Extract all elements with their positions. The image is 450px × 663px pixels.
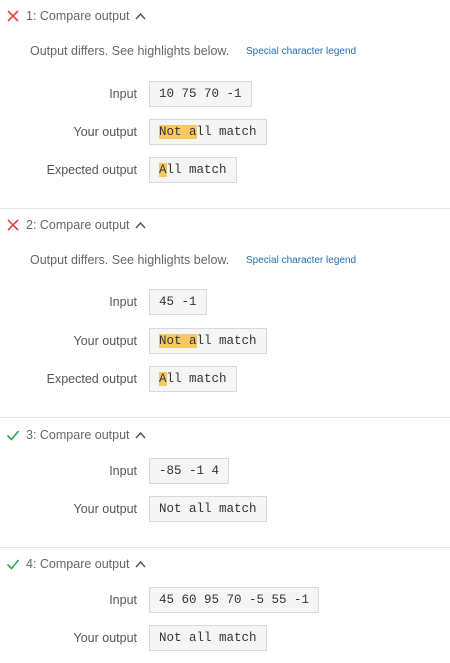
expected-output-value: All match [149, 366, 237, 392]
test-3-title: 3: Compare output [26, 428, 130, 442]
input-value: 45 60 95 70 -5 55 -1 [149, 587, 320, 613]
special-character-legend-link[interactable]: Special character legend [246, 255, 356, 266]
output-text: ll match [166, 372, 227, 386]
divider [0, 208, 450, 209]
input-label: Input [109, 295, 137, 309]
expected-output-value: All match [149, 157, 237, 183]
x-mark-icon [7, 219, 19, 231]
your-output-value: Not all match [149, 625, 267, 651]
input-label: Input [109, 593, 137, 607]
input-value: -85 -1 4 [149, 458, 230, 484]
output-text: ll match [196, 334, 257, 348]
diff-highlight: Not a [159, 125, 197, 139]
chevron-up-icon [134, 560, 146, 568]
input-label: Input [109, 464, 137, 478]
your-output-value: Not all match [149, 328, 267, 354]
chevron-up-icon [134, 431, 146, 439]
input-value: 45 -1 [149, 289, 207, 315]
your-output-label: Your output [73, 334, 137, 348]
diff-highlight: A [159, 372, 167, 386]
chevron-up-icon [134, 12, 146, 20]
diff-message: Output differs. See highlights below. [30, 253, 230, 267]
your-output-label: Your output [73, 502, 137, 516]
x-mark-icon [7, 10, 19, 22]
your-output-value: Not all match [149, 496, 267, 522]
diff-highlight: Not a [159, 334, 197, 348]
output-text: ll match [166, 163, 227, 177]
your-output-label: Your output [73, 631, 137, 645]
test-1-title: 1: Compare output [26, 9, 130, 23]
test-1-header[interactable]: 1: Compare output [6, 6, 146, 26]
checkmark-icon [6, 559, 20, 570]
input-value: 10 75 70 -1 [149, 81, 252, 107]
output-text: ll match [196, 125, 257, 139]
special-character-legend-link[interactable]: Special character legend [246, 46, 356, 57]
test-3-header[interactable]: 3: Compare output [6, 425, 146, 445]
test-case-2: 2: Compare output Output differs. See hi… [0, 215, 450, 417]
test-4-title: 4: Compare output [26, 557, 130, 571]
expected-output-label: Expected output [46, 372, 137, 386]
checkmark-icon [6, 430, 20, 441]
test-case-3: 3: Compare output Input -85 -1 4 Your ou… [0, 425, 450, 547]
divider [0, 417, 450, 418]
diff-highlight: A [159, 163, 167, 177]
expected-output-label: Expected output [46, 163, 137, 177]
your-output-value: Not all match [149, 119, 267, 145]
your-output-label: Your output [73, 125, 137, 139]
test-2-header[interactable]: 2: Compare output [6, 215, 146, 235]
test-2-title: 2: Compare output [26, 218, 130, 232]
test-case-4: 4: Compare output Input 45 60 95 70 -5 5… [0, 554, 450, 663]
chevron-up-icon [134, 221, 146, 229]
input-label: Input [109, 87, 137, 101]
diff-message: Output differs. See highlights below. [30, 44, 230, 58]
test-4-header[interactable]: 4: Compare output [6, 554, 146, 574]
divider [0, 547, 450, 548]
test-case-1: 1: Compare output Output differs. See hi… [0, 6, 450, 208]
